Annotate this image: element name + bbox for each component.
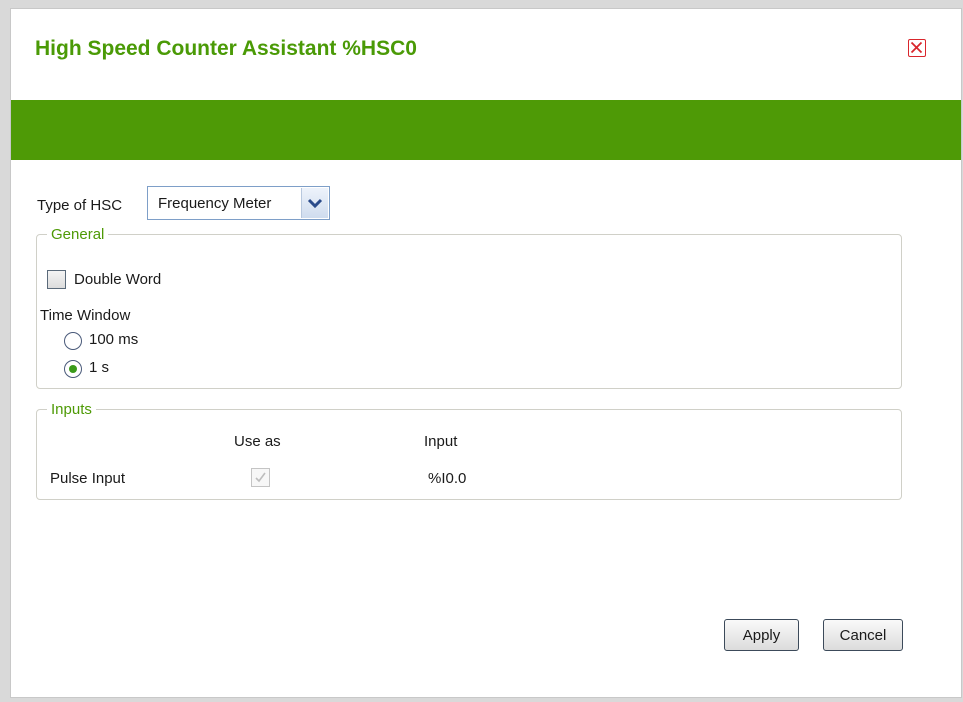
- general-group: General: [36, 226, 902, 389]
- header-band: [11, 100, 961, 160]
- cancel-button[interactable]: Cancel: [823, 619, 903, 651]
- type-of-hsc-select[interactable]: Frequency Meter: [147, 186, 330, 220]
- time-window-label: Time Window: [40, 307, 131, 324]
- chevron-down-icon: [307, 198, 323, 209]
- radio-1s[interactable]: [64, 360, 82, 378]
- check-icon: [255, 472, 266, 483]
- double-word-checkbox[interactable]: [47, 270, 66, 289]
- pulse-input-label: Pulse Input: [50, 470, 126, 487]
- radio-selected-dot: [69, 365, 77, 373]
- column-header-use-as: Use as: [234, 433, 281, 450]
- inputs-group: Inputs: [36, 401, 902, 500]
- type-of-hsc-label: Type of HSC: [37, 197, 123, 214]
- type-of-hsc-value: Frequency Meter: [158, 195, 272, 212]
- double-word-label[interactable]: Double Word: [74, 271, 161, 288]
- close-icon: [910, 41, 923, 54]
- dropdown-button[interactable]: [301, 188, 328, 218]
- apply-button[interactable]: Apply: [724, 619, 799, 651]
- general-legend: General: [51, 226, 105, 243]
- inputs-legend: Inputs: [51, 401, 92, 418]
- dialog-title: High Speed Counter Assistant %HSC0: [35, 37, 417, 60]
- radio-1s-label[interactable]: 1 s: [89, 359, 109, 376]
- column-header-input: Input: [424, 433, 458, 450]
- radio-100ms-label[interactable]: 100 ms: [89, 331, 138, 348]
- pulse-input-address: %I0.0: [428, 470, 467, 487]
- close-button[interactable]: [908, 39, 926, 57]
- radio-100ms[interactable]: [64, 332, 82, 350]
- pulse-input-use-checkbox: [251, 468, 270, 487]
